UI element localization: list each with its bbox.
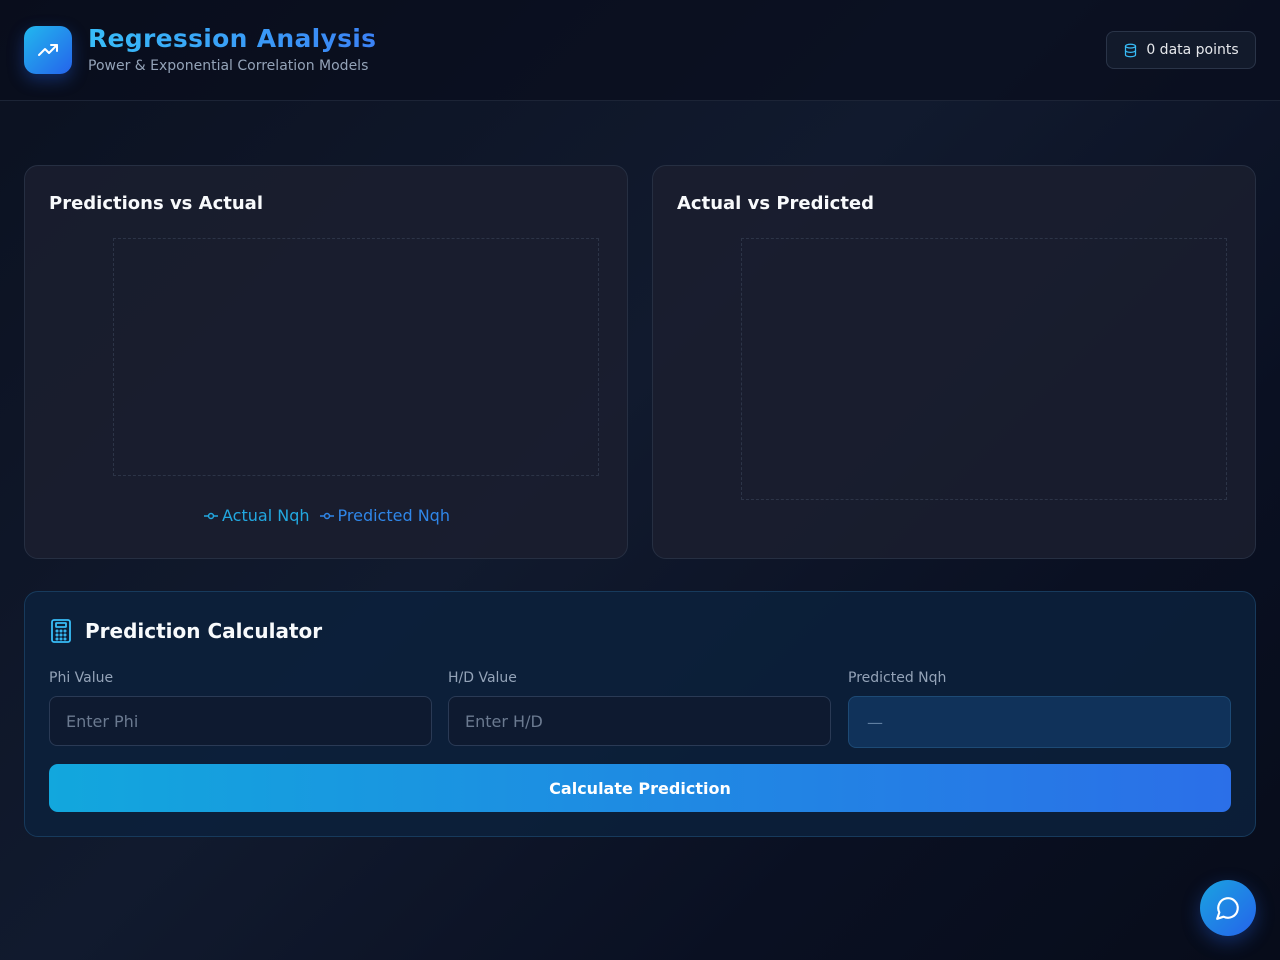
- hd-input[interactable]: [448, 696, 831, 746]
- hd-label: H/D Value: [448, 670, 517, 686]
- chat-bubble-icon: [1216, 897, 1239, 920]
- line-marker-icon: [319, 512, 334, 519]
- data-points-badge: 0 data points: [1106, 31, 1256, 69]
- calculate-prediction-button[interactable]: Calculate Prediction: [49, 764, 1231, 812]
- chart-title: Actual vs Predicted: [677, 193, 875, 214]
- predicted-nqh-label: Predicted Nqh: [848, 670, 947, 686]
- trending-up-icon: [38, 44, 58, 56]
- scatter-chart-plot-area: [741, 238, 1227, 500]
- line-marker-icon: [204, 512, 219, 519]
- chart-title: Predictions vs Actual: [49, 193, 263, 214]
- legend-item-actual-nqh[interactable]: Actual Nqh: [204, 506, 310, 525]
- calculator-icon: [51, 619, 71, 643]
- phi-label: Phi Value: [49, 670, 114, 686]
- chart-legend: Actual Nqh Predicted Nqh: [25, 506, 629, 525]
- chat-button[interactable]: [1200, 880, 1256, 936]
- line-chart-plot-area: [113, 238, 599, 476]
- legend-label: Actual Nqh: [222, 506, 310, 525]
- app-title: Regression Analysis: [88, 24, 377, 53]
- phi-input[interactable]: [49, 696, 432, 746]
- predictions-vs-actual-card: Predictions vs Actual Actual Nqh Predict…: [24, 165, 628, 559]
- app-header: Regression Analysis Power & Exponential …: [0, 0, 1280, 101]
- data-points-count: 0 data points: [1146, 42, 1239, 58]
- app-logo: [24, 26, 72, 74]
- actual-vs-predicted-card: Actual vs Predicted: [652, 165, 1256, 559]
- prediction-calculator: Prediction Calculator Phi Value H/D Valu…: [24, 591, 1256, 837]
- database-icon: [1125, 43, 1137, 57]
- predicted-nqh-output: —: [848, 696, 1231, 748]
- calculator-title: Prediction Calculator: [85, 619, 323, 643]
- app-subtitle: Power & Exponential Correlation Models: [88, 58, 369, 74]
- legend-label: Predicted Nqh: [337, 506, 450, 525]
- legend-item-predicted-nqh[interactable]: Predicted Nqh: [319, 506, 450, 525]
